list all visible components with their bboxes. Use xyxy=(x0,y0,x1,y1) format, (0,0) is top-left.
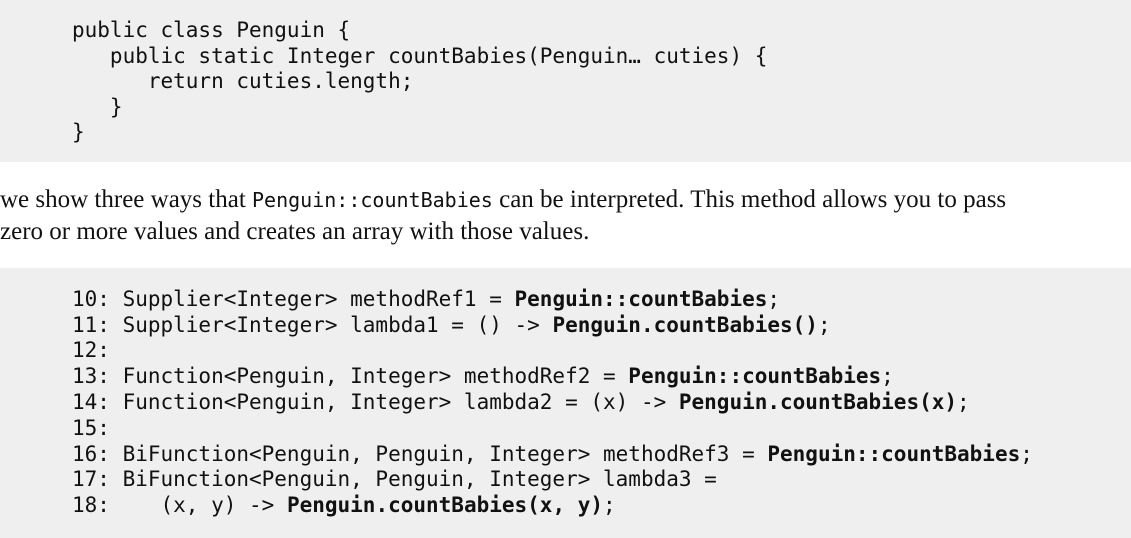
code-line: 16: BiFunction<Penguin, Penguin, Integer… xyxy=(72,442,1033,466)
code-line: public static Integer countBabies(Pengui… xyxy=(72,44,768,68)
code-line: 13: Function<Penguin, Integer> methodRef… xyxy=(72,364,894,388)
code-line: 10: Supplier<Integer> methodRef1 = Pengu… xyxy=(72,287,781,311)
method-reference-code-block: 10: Supplier<Integer> methodRef1 = Pengu… xyxy=(0,268,1131,538)
paragraph-line-2: zero or more values and creates an array… xyxy=(0,218,590,245)
inline-code: Penguin::countBabies xyxy=(252,188,493,212)
explanation-paragraph: we show three ways that Penguin::countBa… xyxy=(0,184,1131,247)
code-line: } xyxy=(72,120,85,144)
paragraph-text: we show three ways that xyxy=(0,186,253,213)
code-line: 12: xyxy=(72,338,110,362)
paragraph-line-1: we show three ways that Penguin::countBa… xyxy=(0,184,1131,216)
code-line: 15: xyxy=(72,416,110,440)
penguin-class-code-block: public class Penguin { public static Int… xyxy=(0,0,1131,162)
code-line: 18: (x, y) -> Penguin.countBabies(x, y); xyxy=(72,493,616,517)
code-line: 17: BiFunction<Penguin, Penguin, Integer… xyxy=(72,467,717,491)
code-line: 14: Function<Penguin, Integer> lambda2 =… xyxy=(72,390,970,414)
code-line: public class Penguin { xyxy=(72,18,351,42)
code-line: return cuties.length; xyxy=(72,69,414,93)
paragraph-text: can be interpreted. This method allows y… xyxy=(492,186,1007,213)
code-line: 11: Supplier<Integer> lambda1 = () -> Pe… xyxy=(72,313,831,337)
code-line: } xyxy=(72,95,123,119)
